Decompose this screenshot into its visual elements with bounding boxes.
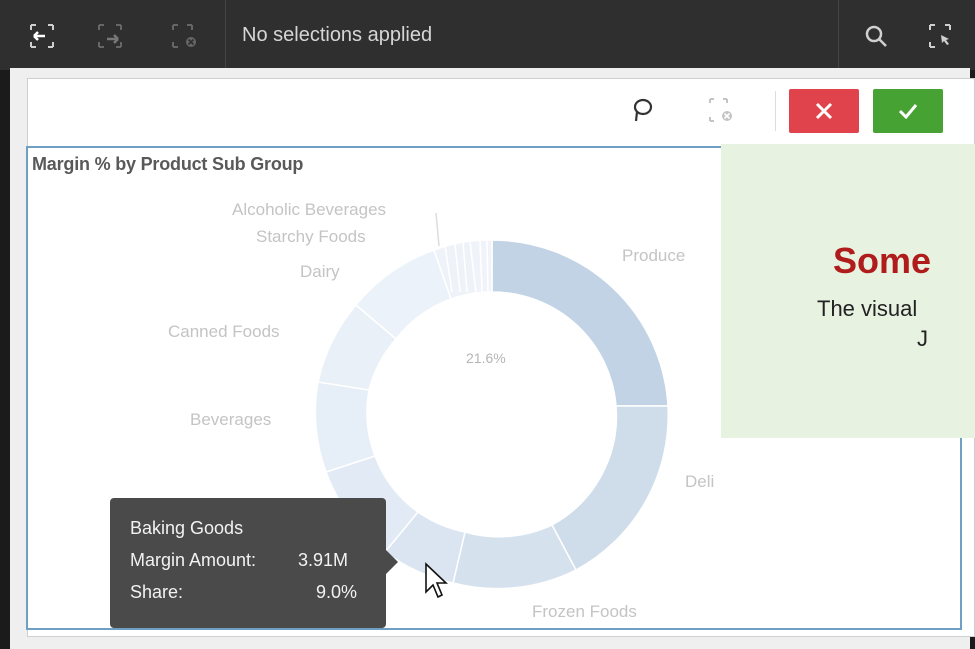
label-dairy: Dairy <box>300 262 340 281</box>
tooltip-margin-value: 3.91M <box>298 550 349 570</box>
data-label-produce: 21.6% <box>466 350 506 366</box>
label-frozen-foods: Frozen Foods <box>532 602 637 621</box>
chart-tooltip: Baking Goods Margin Amount: 3.91M Share:… <box>110 498 398 628</box>
tooltip-share-label: Share: <box>130 582 184 602</box>
label-starchy-foods: Starchy Foods <box>256 227 366 246</box>
leader-line <box>435 212 440 247</box>
label-produce: Produce <box>622 246 686 265</box>
slice-frozen-foods[interactable] <box>452 524 578 590</box>
tooltip-share-value: 9.0% <box>316 582 358 602</box>
tooltip-margin-label: Margin Amount: <box>130 550 257 570</box>
tooltip-category: Baking Goods <box>130 518 244 538</box>
label-beverages: Beverages <box>190 410 272 429</box>
slice-deli[interactable] <box>550 405 669 572</box>
label-deli: Deli <box>685 472 715 491</box>
overlay-heading: Some <box>833 240 932 281</box>
label-canned-foods: Canned Foods <box>168 322 280 341</box>
overlay-text-2: J <box>917 326 928 351</box>
label-alcoholic-beverages: Alcoholic Beverages <box>232 200 387 219</box>
overlay-text: The visual <box>817 296 918 321</box>
notification-overlay: Some The visual J <box>721 144 975 438</box>
slice-beverages[interactable] <box>314 381 376 473</box>
mouse-cursor-icon <box>425 562 449 599</box>
